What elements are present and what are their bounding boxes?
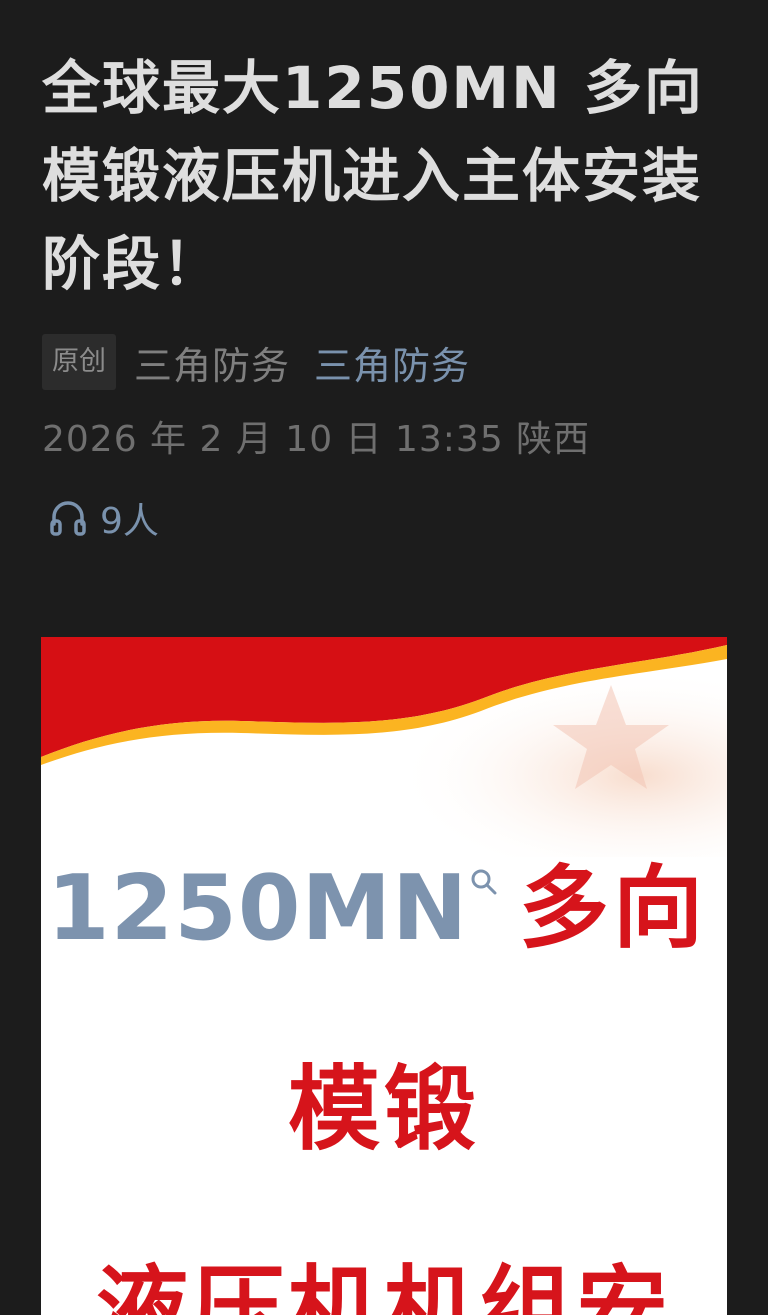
- search-icon[interactable]: [469, 867, 499, 901]
- listener-count: 9人: [100, 501, 159, 542]
- red-wave-banner: [41, 637, 727, 857]
- cover-red-text-2: 模锻: [287, 1056, 480, 1163]
- article-page: 全球最大1250MN 多向模锻液压机进入主体安装阶段！ 原创 三角防务 三角防务…: [0, 0, 768, 1315]
- cover-red-text-1: 多向: [519, 856, 707, 961]
- publish-datetime: 2026 年 2 月 10 日 13:35 陕西: [42, 419, 591, 460]
- account-link[interactable]: 三角防务: [314, 335, 470, 390]
- cover-red-text-3: 液压机机组安: [95, 1256, 672, 1315]
- original-badge: 原创: [42, 334, 116, 390]
- cover-line-3: 液压机机组安: [41, 1255, 727, 1315]
- cover-line-2: 模锻: [41, 1055, 727, 1165]
- author-name: 三角防务: [134, 343, 291, 388]
- article-title: 全球最大1250MN 多向模锻液压机进入主体安装阶段！: [42, 54, 704, 298]
- cover-number-text: 1250MN: [47, 856, 469, 961]
- headphones-icon: [46, 496, 100, 540]
- cover-line-1: 1250MN 多向: [41, 859, 727, 959]
- article-cover-image[interactable]: 1250MN 多向 模锻 液压机机组安: [41, 637, 727, 1315]
- article-meta: 原创 三角防务 三角防务: [42, 334, 470, 390]
- listen-button[interactable]: 9人: [46, 492, 159, 544]
